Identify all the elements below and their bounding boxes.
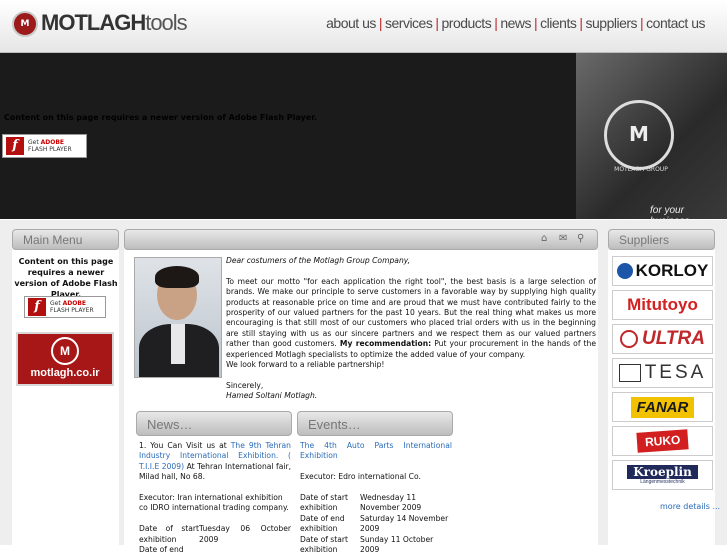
more-details-link[interactable]: more details ... <box>660 502 720 511</box>
nav-clients[interactable]: clients <box>540 15 577 31</box>
nav-separator: | <box>579 15 583 31</box>
emblem-caption: MOTLAGH GROUP <box>614 166 668 173</box>
letter-sincerely: Sincerely, <box>226 380 264 390</box>
supplier-ruko-logo[interactable]: RUKO <box>612 426 713 456</box>
nav-contact-us[interactable]: contact us <box>646 15 705 31</box>
flash-button-label: Get ADOBE FLASH PLAYER <box>28 139 72 153</box>
nav-services[interactable]: services <box>385 15 433 31</box>
nav-separator: | <box>378 15 383 31</box>
portrait-hair <box>155 266 199 288</box>
letter-signature: Hamed Soltani Motlagh. <box>226 391 318 401</box>
nav-news[interactable]: news <box>500 15 531 31</box>
table-row: Date of start exhibition Tuesday 06 Octob… <box>139 524 291 545</box>
news-date-value: Tuesday 06 October 2009 <box>199 524 291 544</box>
group-emblem-icon: M <box>604 100 674 170</box>
nav-about-us[interactable]: about us <box>326 15 376 31</box>
event-date-label: Date of end exhibition <box>300 513 345 534</box>
flash-get-text: Get <box>50 300 61 307</box>
logo-emblem-icon[interactable]: M <box>12 11 38 37</box>
event-date-value: Saturday 14 November 2009 <box>360 513 449 534</box>
letter-greeting: Dear costumers of the Motlagh Group Comp… <box>226 256 411 265</box>
nav-suppliers[interactable]: suppliers <box>586 15 638 31</box>
supplier-name: RUKO <box>636 429 689 453</box>
nav-separator: | <box>494 15 498 31</box>
menu-get-flash-player-button[interactable]: f Get ADOBE FLASH PLAYER <box>24 296 106 318</box>
mail-icon[interactable]: ✉ <box>559 233 567 244</box>
event-title-link[interactable]: The 4th Auto Parts International Exhibit… <box>300 441 452 462</box>
nav-separator: | <box>435 15 439 31</box>
ultra-mark-icon <box>620 330 639 348</box>
nav-separator: | <box>640 15 644 31</box>
table-row: Date of end <box>139 545 291 555</box>
flash-button-label: Get ADOBE FLASH PLAYER <box>50 300 94 314</box>
news-executor: Executor: Iran international exhibition … <box>139 493 289 513</box>
event-dates-table: Date of start exhibition Wednesday 11 Nov… <box>300 493 452 555</box>
badge-emblem-icon: M <box>51 337 79 365</box>
ceo-portrait <box>134 257 222 378</box>
site-badge-text: motlagh.co.ir <box>30 367 100 379</box>
flash-required-message: Content on this page requires a newer ve… <box>4 113 318 122</box>
supplier-fanar-logo[interactable]: FANAR <box>612 392 713 422</box>
nav-products[interactable]: products <box>442 15 492 31</box>
table-row: Date of start exhibition Wednesday 11 Nov… <box>300 493 452 514</box>
tesa-mark-icon <box>618 364 641 382</box>
search-icon[interactable]: ⚲ <box>577 233 584 244</box>
supplier-tesa-logo[interactable]: TESA <box>612 358 713 388</box>
flash-icon: f <box>28 298 46 316</box>
flash-get-text: Get <box>28 139 39 146</box>
menu-flash-message: Content on this page requires a newer ve… <box>14 257 118 299</box>
supplier-name: KORLOY <box>635 261 709 280</box>
events-content: The 4th Auto Parts International Exhibit… <box>300 441 452 555</box>
korloy-mark-icon <box>616 263 633 279</box>
portrait-shirt <box>171 324 185 364</box>
supplier-ultra-logo[interactable]: ULTRA <box>612 324 713 354</box>
flash-adobe-text: ADOBE <box>40 139 65 146</box>
main-nav: about us | services | products | news | clie… <box>326 15 705 31</box>
content-toolbar <box>124 229 598 250</box>
main-menu-heading: Main Menu <box>12 229 119 250</box>
letter-body: To meet our motto "for each application … <box>226 276 596 349</box>
supplier-name: TESA <box>644 362 707 383</box>
flash-product-text: FLASH PLAYER <box>50 307 94 314</box>
suppliers-heading: Suppliers <box>608 229 715 250</box>
supplier-name: Kroeplin <box>627 465 698 479</box>
get-flash-player-button[interactable]: f Get ADOBE FLASH PLAYER <box>2 134 87 158</box>
site-badge-link[interactable]: M motlagh.co.ir <box>16 332 114 386</box>
supplier-kroeplin-logo[interactable]: Kroeplin Längenmesstechnik <box>612 460 713 490</box>
news-content: 1. You Can Visit us at The 9th Tehran In… <box>139 441 291 555</box>
flash-product-text: FLASH PLAYER <box>28 146 72 153</box>
logo-name-bold: MOTLAGH <box>41 10 146 35</box>
flash-icon: f <box>6 137 24 155</box>
logo-name-light: tools <box>145 10 187 35</box>
event-date-value: Wednesday 11 November 2009 <box>360 493 422 513</box>
events-heading: Events… <box>297 411 453 436</box>
welcome-letter: Dear costumers of the Motlagh Group Comp… <box>226 256 596 402</box>
flash-adobe-text: ADOBE <box>62 300 87 307</box>
news-date-value <box>199 545 291 555</box>
news-item-prefix: 1. You Can Visit us at <box>139 441 227 450</box>
supplier-name: ULTRA <box>642 328 705 349</box>
nav-separator: | <box>534 15 538 31</box>
supplier-subtitle: Längenmesstechnik <box>640 479 685 485</box>
letter-closing: We look forward to a reliable partnershi… <box>226 360 385 370</box>
supplier-korloy-logo[interactable]: KORLOY <box>612 256 713 286</box>
news-heading: News… <box>136 411 292 436</box>
table-row: Date of end exhibition Saturday 14 Novemb… <box>300 514 452 535</box>
supplier-name: Mitutoyo <box>627 295 698 314</box>
letter-recommendation-label: My recommendation: <box>339 339 432 349</box>
news-dates-table: Date of start exhibition Tuesday 06 Octob… <box>139 524 291 555</box>
event-date-label: Date of start exhibition <box>300 493 348 513</box>
event-executor: Executor: Edro international Co. <box>300 472 421 482</box>
supplier-name: FANAR <box>630 396 695 418</box>
home-icon[interactable]: ⌂ <box>541 233 547 244</box>
news-date-label: Date of end <box>139 545 184 555</box>
site-logo[interactable]: MOTLAGHtools <box>41 10 188 36</box>
supplier-mitutoyo-logo[interactable]: Mitutoyo <box>612 290 713 320</box>
news-date-label: Date of start exhibition <box>139 524 199 544</box>
